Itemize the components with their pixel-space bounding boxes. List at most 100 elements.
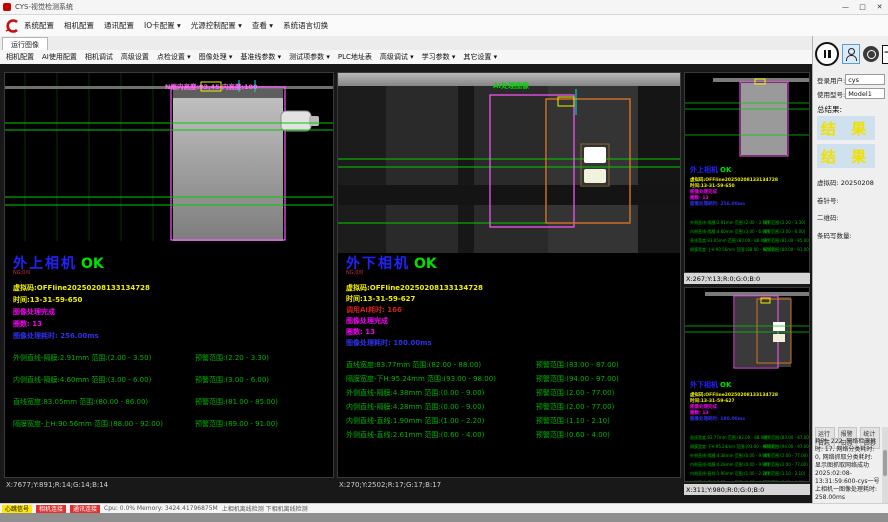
- toolbar-item[interactable]: 学习参数 ▾: [422, 52, 456, 62]
- window-title: CYS-视觉检测系统: [15, 2, 73, 12]
- measurement-row: 隔膜宽度-上H:90.56mm 范围:(88.00 - 92.00) 预警范围:…: [13, 411, 329, 433]
- menu-item[interactable]: 光源控制配置 ▾: [191, 20, 242, 31]
- tab-run-image[interactable]: 运行图像: [2, 37, 48, 51]
- time-line: 时间:13-31-59-650: [13, 295, 82, 305]
- cursor-readout-lower: X:270;Y:2502;R:17;G:17;B:17: [339, 481, 441, 489]
- toolbar-item[interactable]: 相机调试: [85, 52, 113, 62]
- app-icon: [3, 3, 11, 11]
- log-scrollbar[interactable]: [882, 427, 888, 503]
- menu-item[interactable]: 通讯配置: [104, 20, 134, 31]
- model-label: 使用型号:: [817, 89, 845, 99]
- camera-mode-readout: 上相机离线检测 下相机离线检测: [222, 504, 308, 513]
- measurement-row: 内侧直线-直线:1.90mm 范围:(1.00 - 2.20) 预警范围:(1.…: [690, 460, 807, 469]
- toolbar-item[interactable]: AI使用配置: [42, 52, 77, 62]
- process-done-line: 图像处理完成: [346, 316, 388, 326]
- toolbar-item[interactable]: PLC地址表: [338, 52, 372, 62]
- measurement-row: 隔膜宽度-下H:95.24mm 范围:(93.00 - 98.00) 预警范围:…: [346, 366, 676, 380]
- roll-pin-field: 卷针号:: [817, 195, 839, 205]
- barcode-count-field: 条码写数量:: [817, 230, 852, 240]
- result-ok: OK: [81, 256, 104, 272]
- maximize-button[interactable]: □: [854, 1, 871, 14]
- measurement-warn-range: 预警范围:(89.00 - 91.00): [195, 419, 278, 429]
- toolbar-items: 相机配置 AI使用配置相机调试高级设置点检设置 ▾ 图像处理 ▾ 基准线参数 ▾ 测试项…: [6, 52, 497, 62]
- log-output: 耗时: 222, 网络检测耗时: 17, 网络分类耗时: 0, 网络抓取分类耗时…: [815, 438, 880, 501]
- elapsed-line: 图像处理耗时: 180.00ms: [690, 416, 745, 422]
- user-login-button[interactable]: [842, 44, 860, 64]
- cursor-readout-thumb-top: X:267;Y:13;R:0;G:0;B:0: [684, 273, 810, 284]
- app-window: CYS-视觉检测系统 — □ ✕ 系统配置相机配置通讯配置IO卡配置 ▾光源控制…: [0, 0, 888, 522]
- menu-item[interactable]: 查看 ▾: [252, 20, 273, 31]
- result-display-1: 结 果: [817, 116, 875, 140]
- camera-connect-badge: 相机连接: [36, 505, 66, 513]
- measurement-row: 外侧直线-隔膜:4.38mm 范围:(0.00 - 9.00) 预警范围:(2.…: [690, 442, 807, 451]
- comm-connect-badge: 通讯连接: [70, 505, 100, 513]
- virtual-code-field: 虚拟码: 20250208: [817, 177, 874, 187]
- close-button[interactable]: ✕: [871, 1, 888, 14]
- scrollbar-thumb[interactable]: [883, 450, 887, 476]
- measurement-row: 外侧直线-隔膜:4.38mm 范围:(0.00 - 9.00) 预警范围:(2.…: [346, 380, 676, 394]
- measurement-warn-range: 预警范围:(0.60 - 4.00): [763, 480, 805, 482]
- measurement-warn-range: 预警范围:(0.60 - 4.00): [536, 430, 610, 440]
- toolbar-item[interactable]: 点检设置 ▾: [157, 52, 191, 62]
- measurement-list-lower: 直线宽度:83.77mm 范围:(82.00 - 88.00) 预警范围:(83…: [346, 352, 676, 436]
- menu-item[interactable]: 系统语言切换: [283, 20, 328, 31]
- toolbar-item[interactable]: 相机配置: [6, 52, 34, 62]
- ai-elapsed-line: 调用AI耗时: 166: [346, 305, 402, 315]
- thumbnail-title: 外下相机OK: [690, 380, 731, 390]
- login-row: 登录用户: cys: [817, 74, 885, 85]
- measurement-row: 外侧直线-隔膜:2.91mm 范围:(2.00 - 3.50) 预警范围:(2.…: [13, 345, 329, 367]
- measurement-value: 外侧直线-隔膜:2.91mm 范围:(2.00 - 3.50): [13, 353, 190, 363]
- thumbnail-measurements: 外侧直线-隔膜:2.91mm 范围:(2.00 - 3.50) 预警范围:(2.…: [690, 209, 807, 245]
- measurement-row: 内侧直线-隔膜:4.28mm 范围:(0.00 - 9.00) 预警范围:(2.…: [690, 451, 807, 460]
- cpu-memory-readout: Cpu: 0.0% Memory: 3424.41796875M: [104, 505, 218, 512]
- result-display-2: 结 果: [817, 144, 875, 168]
- toolbar-item[interactable]: 高级设置: [121, 52, 149, 62]
- window-controls: — □ ✕: [837, 1, 888, 14]
- login-user-field[interactable]: cys: [845, 74, 885, 85]
- cursor-readout-upper: X:7677;Y:891;R:14;G:14;B:14: [6, 481, 108, 489]
- measurement-row: 外侧直线-直线:2.61mm 范围:(0.60 - 4.00) 预警范围:(0.…: [690, 469, 807, 478]
- camera-panel-lower: AI处理图像 外下相机OK NG:0/0 虚拟码:OFFIine20250208…: [337, 72, 681, 478]
- camera-view-upper[interactable]: [5, 73, 333, 241]
- status-bar: 心跳信号 相机连接 通讯连接 Cpu: 0.0% Memory: 3424.41…: [0, 503, 888, 513]
- thumbnail-view-bottom[interactable]: [685, 288, 809, 376]
- toolbar-item[interactable]: 高级调试 ▾: [380, 52, 414, 62]
- thumbnail-title: 外上相机OK: [690, 165, 731, 175]
- camera-name: 外上相机: [690, 166, 718, 174]
- elapsed-line: 图像处理耗时: 256.00ms: [13, 331, 99, 341]
- measurement-warn-range: 预警范围:(81.00 - 85.00): [195, 397, 278, 407]
- app-logo-icon: [4, 19, 20, 33]
- measurement-row: 内侧直线-隔膜:4.60mm 范围:(3.00 - 6.00) 预警范围:(3.…: [690, 218, 807, 227]
- total-result-label: 总结果:: [817, 104, 842, 115]
- menu-bar: 系统配置相机配置通讯配置 IO卡配置 ▾ 光源控制配置 ▾ 查看 ▾ 系统语言切换: [0, 15, 888, 37]
- measurement-row: 隔膜宽度-上H:90.56mm 范围:(88.00 - 92.00) 预警范围:…: [690, 236, 807, 245]
- toolbar-item[interactable]: 测试项参数 ▾: [289, 52, 330, 62]
- record-icon: [867, 50, 876, 59]
- minimize-button[interactable]: —: [837, 1, 854, 14]
- measurement-row: 外侧直线-隔膜:2.91mm 范围:(2.00 - 3.50) 预警范围:(2.…: [690, 209, 807, 218]
- model-row: 使用型号: Model1: [817, 88, 885, 99]
- menu-item[interactable]: IO卡配置 ▾: [144, 20, 181, 31]
- toolbar-item[interactable]: 图像处理 ▾: [199, 52, 233, 62]
- ng-counter: NG:0/0: [346, 270, 363, 276]
- toolbar-item[interactable]: 基准线参数 ▾: [240, 52, 281, 62]
- menu-item[interactable]: 相机配置: [64, 20, 94, 31]
- pause-button[interactable]: [815, 42, 839, 66]
- measurement-list-upper: 外侧直线-隔膜:2.91mm 范围:(2.00 - 3.50) 预警范围:(2.…: [13, 345, 329, 433]
- toolbar-item[interactable]: 其它设置 ▾: [463, 52, 497, 62]
- exit-button[interactable]: →: [882, 45, 888, 64]
- elapsed-line: 图像处理耗时: 256.00ms: [690, 201, 745, 207]
- menu-item[interactable]: 系统配置: [24, 20, 54, 31]
- camera-name: 外下相机: [690, 381, 718, 389]
- record-button[interactable]: [863, 46, 879, 62]
- field-label: 条码写数量:: [817, 232, 852, 240]
- result-ok: OK: [414, 256, 437, 272]
- camera-view-lower[interactable]: [338, 73, 680, 253]
- login-label: 登录用户:: [817, 75, 845, 85]
- side-panel: → 登录用户: cys 使用型号: Model1 总结果: 结 果 结 果 虚拟…: [812, 36, 888, 503]
- measurement-row: 直线宽度:83.77mm 范围:(82.00 - 88.00) 预警范围:(83…: [690, 424, 807, 433]
- measurement-warn-range: 预警范围:(3.00 - 6.00): [195, 375, 269, 385]
- measurement-row: 内侧直线-隔膜:4.28mm 范围:(0.00 - 9.00) 预警范围:(2.…: [346, 394, 676, 408]
- model-field[interactable]: Model1: [845, 88, 885, 99]
- thumbnail-view-top[interactable]: [685, 73, 809, 163]
